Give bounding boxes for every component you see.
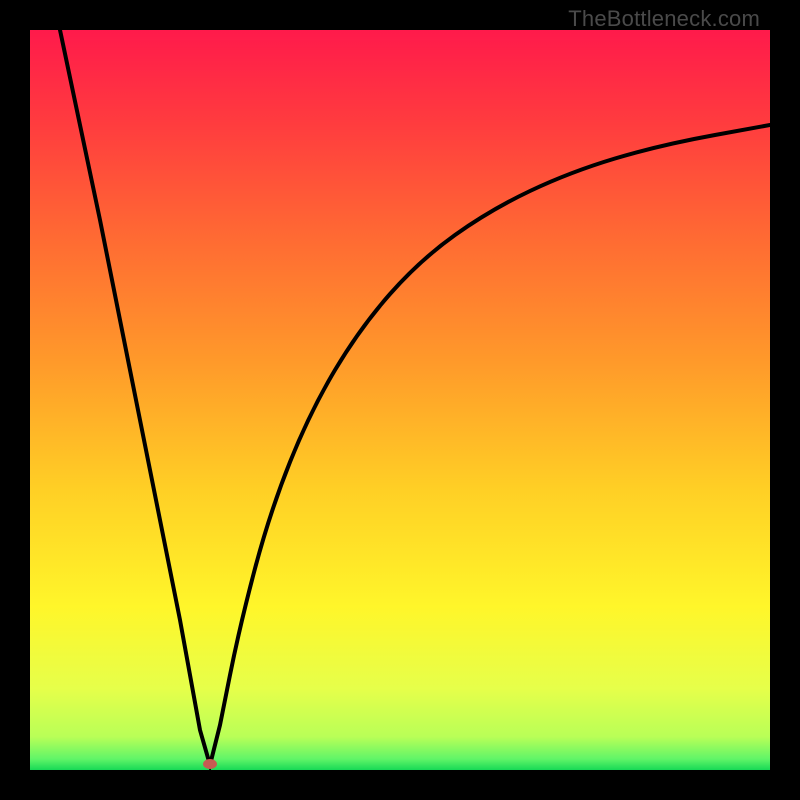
minimum-marker: [203, 759, 217, 769]
plot-area: [30, 30, 770, 770]
bottleneck-curve: [30, 30, 770, 770]
watermark-text: TheBottleneck.com: [568, 6, 760, 32]
chart-frame: TheBottleneck.com: [0, 0, 800, 800]
curve-path: [60, 30, 770, 765]
